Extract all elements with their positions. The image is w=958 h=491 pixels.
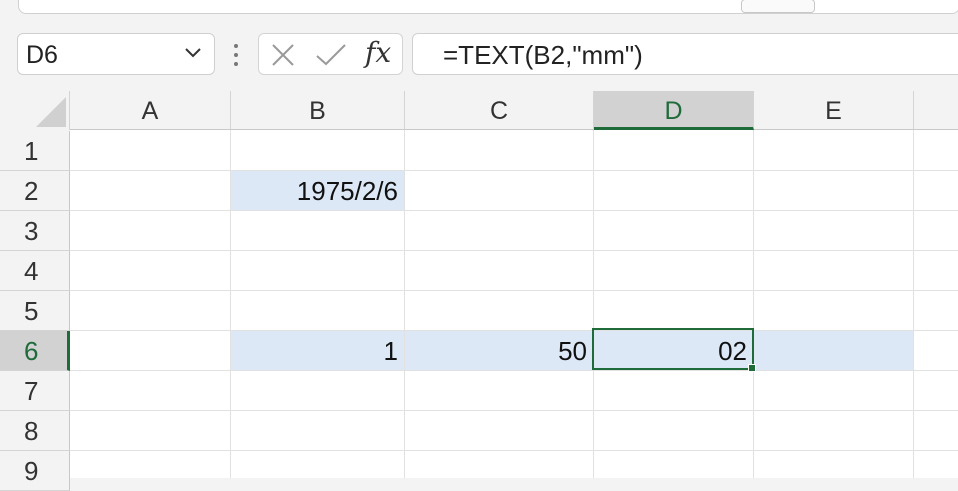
gridline [70,170,958,171]
ribbon-edge [18,0,958,14]
column-header-c[interactable]: C [405,91,594,130]
column-header-f-edge[interactable] [914,91,958,130]
select-all-triangle-icon[interactable] [36,97,66,127]
cell-b6[interactable]: 1 [231,330,404,370]
column-header-d[interactable]: D [594,91,754,130]
row-header-7[interactable]: 7 [0,371,70,411]
formula-buttons: fx [258,33,403,75]
formula-bar[interactable]: =TEXT(B2,"mm") [412,33,958,75]
column-header-e[interactable]: E [754,91,914,130]
gridline [70,370,958,371]
gridline [404,130,405,478]
spreadsheet-grid[interactable]: A B C D E 1 2 3 4 5 6 7 8 9 1975/2/6 1 5… [0,91,958,491]
gridline [593,130,594,478]
gridline [913,130,914,478]
gridline [70,250,958,251]
row-header-9[interactable]: 9 [0,451,70,491]
ribbon-button-edge[interactable] [741,0,815,13]
cell-c6[interactable]: 50 [405,330,593,370]
column-header-a[interactable]: A [70,91,231,130]
cells-area[interactable] [70,130,958,478]
cell-b2[interactable]: 1975/2/6 [231,170,404,210]
row-header-1[interactable]: 1 [0,131,70,171]
row-header-8[interactable]: 8 [0,411,70,451]
x-icon[interactable] [271,43,295,67]
gridline [70,410,958,411]
name-box-value[interactable]: D6 [26,41,58,70]
row-header-5[interactable]: 5 [0,291,70,331]
row-header-2[interactable]: 2 [0,171,70,211]
row-header-3[interactable]: 3 [0,211,70,251]
checkmark-icon[interactable] [315,43,347,67]
select-all-corner[interactable] [0,91,70,130]
chevron-down-icon[interactable] [184,46,202,60]
column-header-b[interactable]: B [231,91,405,130]
formula-text[interactable]: =TEXT(B2,"mm") [443,40,643,71]
fill-handle[interactable] [748,364,756,372]
gridline [70,210,958,211]
active-cell-border [592,328,754,370]
gridline [70,450,958,451]
vertical-dots-icon[interactable] [232,42,240,68]
gridline [753,130,754,478]
name-box[interactable]: D6 [17,33,215,75]
fx-icon[interactable]: fx [365,36,391,69]
gridline [70,290,958,291]
row-header-4[interactable]: 4 [0,251,70,291]
row-header-6[interactable]: 6 [0,331,70,371]
